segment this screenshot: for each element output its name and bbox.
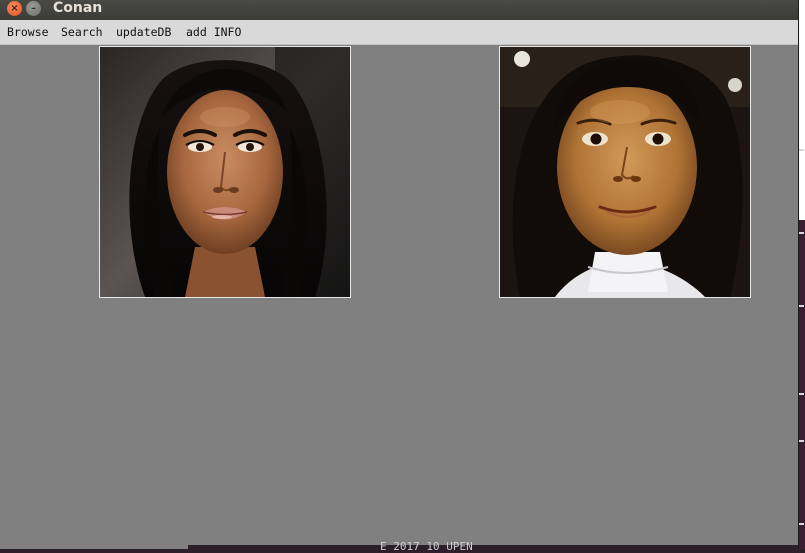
match-face-image <box>499 46 751 298</box>
title-bar[interactable]: × – Conan <box>0 0 798 20</box>
background-mark <box>799 523 804 525</box>
background-terminal-text: E 2017 10 UPEN <box>380 540 473 553</box>
close-button[interactable]: × <box>7 1 22 16</box>
background-mark <box>799 149 804 151</box>
app-window: × – Conan Browse Search updateDB add INF… <box>0 0 798 549</box>
menu-bar: Browse Search updateDB add INFO <box>0 20 798 45</box>
background-mark <box>799 232 804 234</box>
close-icon: × <box>10 3 19 14</box>
background-mark <box>799 393 804 395</box>
menu-item-browse[interactable]: Browse <box>7 25 49 39</box>
desktop-background <box>798 0 805 549</box>
face-photo-adult <box>100 47 350 297</box>
minimize-button[interactable]: – <box>26 1 41 16</box>
window-title: Conan <box>53 0 103 16</box>
background-mark <box>799 305 804 307</box>
face-photo-child <box>500 47 750 297</box>
background-terminal <box>188 545 798 549</box>
menu-item-updatedb[interactable]: updateDB <box>116 25 171 39</box>
background-window-edge <box>798 0 805 220</box>
menu-item-add-info[interactable]: add INFO <box>186 25 241 39</box>
background-mark <box>799 440 804 442</box>
menu-item-search[interactable]: Search <box>61 25 103 39</box>
query-face-image <box>99 46 351 298</box>
minimize-icon: – <box>31 3 36 14</box>
